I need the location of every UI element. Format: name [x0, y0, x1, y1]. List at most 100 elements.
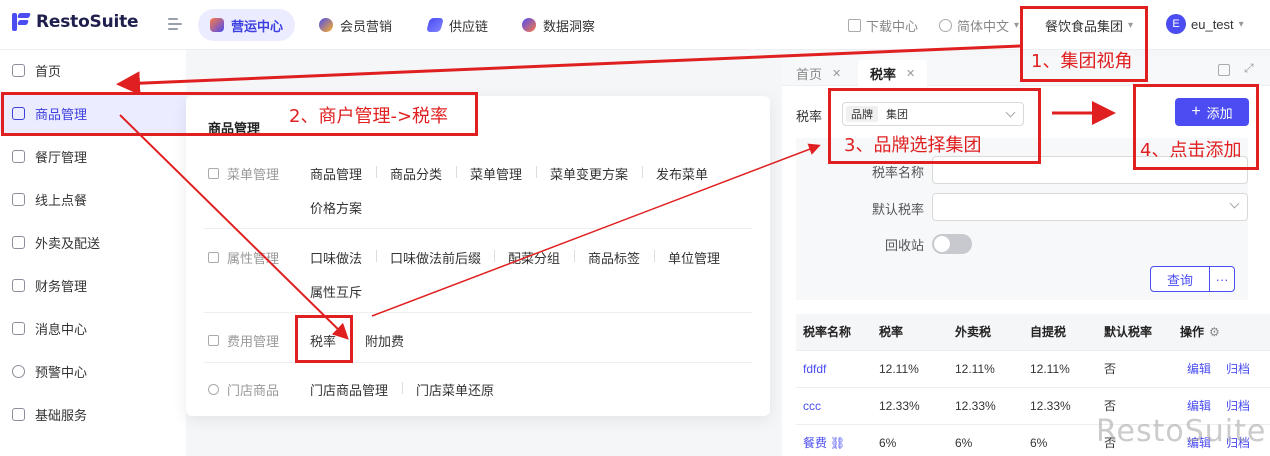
sidebar-item-label: 财务管理	[35, 278, 88, 294]
archive-link[interactable]: 归档	[1226, 351, 1250, 388]
chevron-down-icon: ▾	[1238, 18, 1244, 30]
annotation-step-3: 3、品牌选择集团	[844, 135, 982, 156]
sidebar-item-home[interactable]: 首页	[0, 50, 186, 90]
download-center[interactable]: 下载中心	[848, 16, 918, 35]
sidebar-item-restaurant[interactable]: 餐厅管理	[0, 136, 186, 176]
menu-item[interactable]: 商品分类	[390, 164, 442, 183]
menu-item[interactable]: 菜单管理	[470, 164, 522, 183]
edit-link[interactable]: 编辑	[1187, 351, 1211, 388]
menu-group-text: 属性管理	[227, 251, 280, 266]
data-insights-icon	[522, 18, 536, 32]
nav-tab-data-insights[interactable]: 数据洞察	[510, 9, 607, 41]
menu-separator	[654, 250, 655, 262]
recycle-bin-toggle[interactable]	[932, 234, 972, 254]
fullscreen-icon[interactable]: ⤢	[1244, 61, 1256, 75]
logo-text: RestoSuite	[36, 12, 139, 32]
chevron-down-icon	[1229, 198, 1240, 209]
gear-icon[interactable]: ⚙	[1209, 314, 1220, 351]
sidebar-item-label: 餐厅管理	[35, 149, 88, 165]
tax-name-link[interactable]: ccc	[803, 388, 821, 425]
menu-item[interactable]: 口味做法	[310, 248, 362, 267]
column-header: 税率	[879, 325, 904, 339]
menu-item[interactable]: 价格方案	[310, 198, 362, 217]
nav-tab-label: 供应链	[449, 18, 489, 34]
tax-rate-title: 税率	[796, 109, 823, 124]
logo[interactable]: RestoSuite	[12, 12, 139, 32]
more-options-button[interactable]: ···	[1209, 266, 1235, 292]
menu-group-icon	[208, 168, 219, 179]
nav-tab-supply-chain[interactable]: 供应链	[416, 9, 500, 41]
menu-item[interactable]: 配菜分组	[508, 248, 560, 267]
menu-item[interactable]: 门店商品管理	[310, 380, 388, 399]
menu-group-icon	[208, 384, 219, 395]
user-menu[interactable]: E eu_test ▾	[1166, 14, 1244, 34]
menu-item[interactable]: 附加费	[365, 331, 404, 350]
table-cell: 12.33%	[955, 399, 996, 413]
menu-item[interactable]: 发布菜单	[656, 164, 708, 183]
default-rate-select[interactable]	[932, 193, 1248, 221]
menu-item[interactable]: 菜单变更方案	[550, 164, 628, 183]
store-icon	[12, 149, 25, 163]
menu-divider	[204, 228, 752, 229]
sidebar-item-delivery[interactable]: 外卖及配送	[0, 222, 186, 262]
sidebar-item-label: 外卖及配送	[35, 235, 101, 251]
watermark: RestoSuite	[1096, 414, 1267, 449]
sidebar-item-finance[interactable]: 财务管理	[0, 265, 186, 305]
sidebar-item-messages[interactable]: 消息中心	[0, 308, 186, 348]
menu-item[interactable]: 单位管理	[668, 248, 720, 267]
menu-item[interactable]: 门店菜单还原	[416, 380, 494, 399]
grid-icon	[12, 407, 25, 421]
tax-name-link[interactable]: fdfdf	[803, 351, 826, 388]
nav-tab-label: 数据洞察	[543, 18, 596, 34]
tab-home[interactable]: 首页 ✕	[784, 60, 853, 86]
column-header: 自提税	[1030, 325, 1067, 339]
collapse-menu-icon[interactable]	[168, 18, 182, 30]
tax-name-label: 税率名称	[871, 165, 924, 180]
sidebar-item-basic-services[interactable]: 基础服务	[0, 394, 186, 434]
nav-tab-label: 会员营销	[340, 18, 393, 34]
table-cell: 12.33%	[1030, 399, 1071, 413]
menu-item[interactable]: 口味做法前后缀	[390, 248, 481, 267]
menu-group-text: 费用管理	[227, 334, 280, 349]
menu-separator	[376, 250, 377, 262]
language-select[interactable]: 简体中文 ▾	[939, 16, 1019, 35]
menu-separator	[574, 250, 575, 262]
query-button[interactable]: 查询	[1150, 266, 1210, 292]
close-icon[interactable]: ✕	[832, 67, 841, 80]
nav-tab-operations[interactable]: 营运中心	[198, 9, 296, 41]
lock-icon[interactable]	[1218, 64, 1230, 76]
home-icon	[12, 63, 25, 77]
sidebar-item-label: 预警中心	[35, 364, 88, 380]
menu-group-label: 属性管理	[208, 248, 279, 267]
menu-item[interactable]: 属性互斥	[310, 282, 362, 301]
table-cell: 12.11%	[879, 362, 919, 376]
menu-separator	[456, 166, 457, 178]
menu-item[interactable]: 商品标签	[588, 248, 640, 267]
globe-icon	[939, 19, 952, 32]
tab-tax-rate[interactable]: 税率 ✕	[858, 60, 928, 86]
member-icon	[319, 18, 333, 32]
menu-group-label: 菜单管理	[208, 164, 279, 183]
menu-separator	[402, 382, 403, 394]
menu-item[interactable]: 商品管理	[310, 164, 362, 183]
menu-separator	[642, 166, 643, 178]
annotation-box-tax-rate	[295, 315, 353, 363]
close-icon[interactable]: ✕	[906, 67, 915, 80]
annotation-step-1: 1、集团视角	[1031, 51, 1133, 72]
download-label: 下载中心	[866, 19, 919, 34]
sidebar-item-alerts[interactable]: 预警中心	[0, 351, 186, 391]
sidebar-item-online-ordering[interactable]: 线上点餐	[0, 179, 186, 219]
link-icon: ⛓	[830, 436, 846, 450]
table-cell: 否	[1104, 362, 1117, 376]
download-icon	[848, 19, 861, 32]
column-header: 税率名称	[803, 325, 852, 339]
operations-icon	[210, 18, 224, 32]
bulb-icon	[12, 364, 25, 378]
sidebar-item-label: 线上点餐	[35, 192, 88, 208]
nav-tab-member-marketing[interactable]: 会员营销	[307, 9, 404, 41]
tab-label: 首页	[796, 66, 823, 82]
menu-group-text: 菜单管理	[227, 167, 280, 182]
sidebar-item-label: 消息中心	[35, 321, 88, 337]
tab-label: 税率	[870, 66, 897, 82]
tax-name-link[interactable]: 餐费	[803, 425, 827, 456]
